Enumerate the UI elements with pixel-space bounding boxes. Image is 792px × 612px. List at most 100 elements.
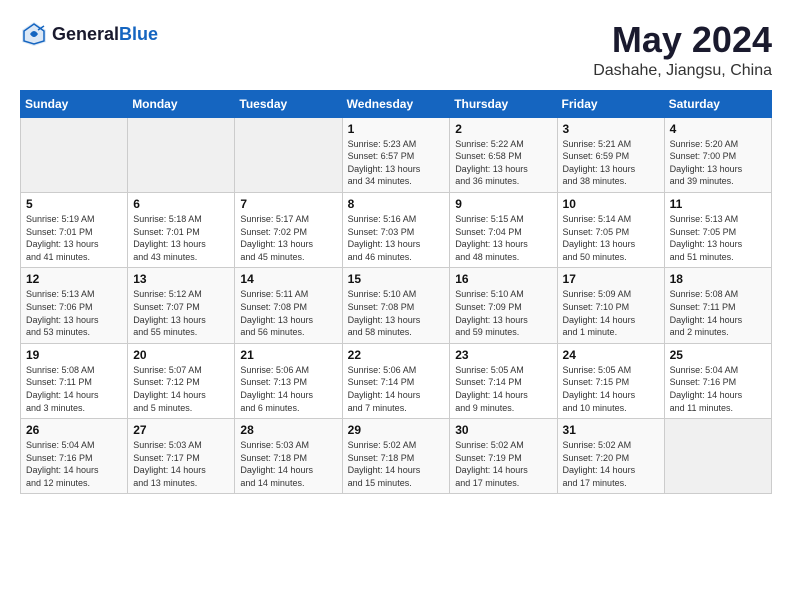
day-number: 20	[133, 348, 229, 362]
day-info: Sunrise: 5:04 AM Sunset: 7:16 PM Dayligh…	[26, 439, 122, 489]
day-number: 26	[26, 423, 122, 437]
calendar-cell: 14 Sunrise: 5:11 AM Sunset: 7:08 PM Dayli…	[235, 268, 342, 343]
day-info: Sunrise: 5:07 AM Sunset: 7:12 PM Dayligh…	[133, 364, 229, 414]
calendar-body: 1 Sunrise: 5:23 AM Sunset: 6:57 PM Daylig…	[21, 117, 772, 494]
day-info: Sunrise: 5:17 AM Sunset: 7:02 PM Dayligh…	[240, 213, 336, 263]
weekday-header-thursday: Thursday	[450, 90, 557, 117]
weekday-header-saturday: Saturday	[664, 90, 771, 117]
day-number: 10	[563, 197, 659, 211]
day-info: Sunrise: 5:02 AM Sunset: 7:18 PM Dayligh…	[348, 439, 445, 489]
day-info: Sunrise: 5:11 AM Sunset: 7:08 PM Dayligh…	[240, 288, 336, 338]
day-number: 17	[563, 272, 659, 286]
calendar-cell: 12Sunrise: 5:13 AM Sunset: 7:06 PM Dayli…	[21, 268, 128, 343]
day-info: Sunrise: 5:23 AM Sunset: 6:57 PM Dayligh…	[348, 138, 445, 188]
day-info: Sunrise: 5:15 AM Sunset: 7:04 PM Dayligh…	[455, 213, 551, 263]
calendar-cell: 15Sunrise: 5:10 AM Sunset: 7:08 PM Dayli…	[342, 268, 450, 343]
weekday-header-sunday: Sunday	[21, 90, 128, 117]
day-number: 22	[348, 348, 445, 362]
day-number: 24	[563, 348, 659, 362]
title-block: May 2024 Dashahe, Jiangsu, China	[593, 20, 772, 80]
calendar-cell: 6Sunrise: 5:18 AM Sunset: 7:01 PM Daylig…	[128, 192, 235, 267]
logo-icon	[20, 20, 48, 48]
day-number: 5	[26, 197, 122, 211]
calendar-cell: 2 Sunrise: 5:22 AM Sunset: 6:58 PM Daylig…	[450, 117, 557, 192]
day-number: 2	[455, 122, 551, 136]
day-number: 7	[240, 197, 336, 211]
day-number: 25	[670, 348, 766, 362]
calendar-week-3: 12Sunrise: 5:13 AM Sunset: 7:06 PM Dayli…	[21, 268, 772, 343]
calendar-cell: 26 Sunrise: 5:04 AM Sunset: 7:16 PM Dayli…	[21, 419, 128, 494]
day-number: 13	[133, 272, 229, 286]
day-info: Sunrise: 5:02 AM Sunset: 7:20 PM Dayligh…	[563, 439, 659, 489]
calendar-table: SundayMondayTuesdayWednesdayThursdayFrid…	[20, 90, 772, 495]
day-number: 29	[348, 423, 445, 437]
day-number: 9	[455, 197, 551, 211]
logo-general: General	[52, 24, 119, 44]
calendar-week-5: 26 Sunrise: 5:04 AM Sunset: 7:16 PM Dayli…	[21, 419, 772, 494]
day-info: Sunrise: 5:18 AM Sunset: 7:01 PM Dayligh…	[133, 213, 229, 263]
calendar-cell: 21 Sunrise: 5:06 AM Sunset: 7:13 PM Dayli…	[235, 343, 342, 418]
day-info: Sunrise: 5:10 AM Sunset: 7:09 PM Dayligh…	[455, 288, 551, 338]
day-number: 16	[455, 272, 551, 286]
calendar-cell	[21, 117, 128, 192]
day-info: Sunrise: 5:05 AM Sunset: 7:15 PM Dayligh…	[563, 364, 659, 414]
calendar-cell: 13 Sunrise: 5:12 AM Sunset: 7:07 PM Dayli…	[128, 268, 235, 343]
calendar-cell: 28Sunrise: 5:03 AM Sunset: 7:18 PM Dayli…	[235, 419, 342, 494]
calendar-week-1: 1 Sunrise: 5:23 AM Sunset: 6:57 PM Daylig…	[21, 117, 772, 192]
day-number: 3	[563, 122, 659, 136]
day-info: Sunrise: 5:03 AM Sunset: 7:17 PM Dayligh…	[133, 439, 229, 489]
day-number: 11	[670, 197, 766, 211]
day-info: Sunrise: 5:05 AM Sunset: 7:14 PM Dayligh…	[455, 364, 551, 414]
calendar-cell: 8 Sunrise: 5:16 AM Sunset: 7:03 PM Daylig…	[342, 192, 450, 267]
logo-blue: Blue	[119, 24, 158, 44]
calendar-cell: 25 Sunrise: 5:04 AM Sunset: 7:16 PM Dayli…	[664, 343, 771, 418]
calendar-cell: 31 Sunrise: 5:02 AM Sunset: 7:20 PM Dayli…	[557, 419, 664, 494]
calendar-cell: 27 Sunrise: 5:03 AM Sunset: 7:17 PM Dayli…	[128, 419, 235, 494]
calendar-week-4: 19 Sunrise: 5:08 AM Sunset: 7:11 PM Dayli…	[21, 343, 772, 418]
calendar-week-2: 5 Sunrise: 5:19 AM Sunset: 7:01 PM Daylig…	[21, 192, 772, 267]
day-info: Sunrise: 5:22 AM Sunset: 6:58 PM Dayligh…	[455, 138, 551, 188]
page-header: GeneralBlue May 2024 Dashahe, Jiangsu, C…	[20, 20, 772, 80]
calendar-header: SundayMondayTuesdayWednesdayThursdayFrid…	[21, 90, 772, 117]
day-info: Sunrise: 5:08 AM Sunset: 7:11 PM Dayligh…	[26, 364, 122, 414]
calendar-cell: 17 Sunrise: 5:09 AM Sunset: 7:10 PM Dayli…	[557, 268, 664, 343]
calendar-cell: 11 Sunrise: 5:13 AM Sunset: 7:05 PM Dayli…	[664, 192, 771, 267]
day-info: Sunrise: 5:02 AM Sunset: 7:19 PM Dayligh…	[455, 439, 551, 489]
day-info: Sunrise: 5:13 AM Sunset: 7:06 PM Dayligh…	[26, 288, 122, 338]
calendar-cell	[128, 117, 235, 192]
calendar-cell: 16 Sunrise: 5:10 AM Sunset: 7:09 PM Dayli…	[450, 268, 557, 343]
month-title: May 2024	[593, 20, 772, 60]
day-info: Sunrise: 5:19 AM Sunset: 7:01 PM Dayligh…	[26, 213, 122, 263]
day-info: Sunrise: 5:13 AM Sunset: 7:05 PM Dayligh…	[670, 213, 766, 263]
day-number: 15	[348, 272, 445, 286]
day-info: Sunrise: 5:04 AM Sunset: 7:16 PM Dayligh…	[670, 364, 766, 414]
calendar-cell: 23Sunrise: 5:05 AM Sunset: 7:14 PM Dayli…	[450, 343, 557, 418]
day-info: Sunrise: 5:16 AM Sunset: 7:03 PM Dayligh…	[348, 213, 445, 263]
calendar-cell: 7 Sunrise: 5:17 AM Sunset: 7:02 PM Daylig…	[235, 192, 342, 267]
day-info: Sunrise: 5:12 AM Sunset: 7:07 PM Dayligh…	[133, 288, 229, 338]
calendar-cell: 29 Sunrise: 5:02 AM Sunset: 7:18 PM Dayli…	[342, 419, 450, 494]
day-info: Sunrise: 5:20 AM Sunset: 7:00 PM Dayligh…	[670, 138, 766, 188]
day-info: Sunrise: 5:14 AM Sunset: 7:05 PM Dayligh…	[563, 213, 659, 263]
calendar-cell: 4Sunrise: 5:20 AM Sunset: 7:00 PM Daylig…	[664, 117, 771, 192]
day-number: 19	[26, 348, 122, 362]
day-number: 28	[240, 423, 336, 437]
day-number: 8	[348, 197, 445, 211]
day-number: 21	[240, 348, 336, 362]
weekday-header-wednesday: Wednesday	[342, 90, 450, 117]
calendar-cell: 3 Sunrise: 5:21 AM Sunset: 6:59 PM Daylig…	[557, 117, 664, 192]
calendar-cell: 5 Sunrise: 5:19 AM Sunset: 7:01 PM Daylig…	[21, 192, 128, 267]
day-info: Sunrise: 5:06 AM Sunset: 7:13 PM Dayligh…	[240, 364, 336, 414]
calendar-cell: 22Sunrise: 5:06 AM Sunset: 7:14 PM Dayli…	[342, 343, 450, 418]
day-number: 27	[133, 423, 229, 437]
calendar-cell: 18Sunrise: 5:08 AM Sunset: 7:11 PM Dayli…	[664, 268, 771, 343]
day-info: Sunrise: 5:09 AM Sunset: 7:10 PM Dayligh…	[563, 288, 659, 338]
day-number: 31	[563, 423, 659, 437]
day-number: 14	[240, 272, 336, 286]
day-info: Sunrise: 5:21 AM Sunset: 6:59 PM Dayligh…	[563, 138, 659, 188]
weekday-header-monday: Monday	[128, 90, 235, 117]
location-title: Dashahe, Jiangsu, China	[593, 62, 772, 80]
calendar-cell: 9 Sunrise: 5:15 AM Sunset: 7:04 PM Daylig…	[450, 192, 557, 267]
calendar-cell: 10 Sunrise: 5:14 AM Sunset: 7:05 PM Dayli…	[557, 192, 664, 267]
day-number: 1	[348, 122, 445, 136]
